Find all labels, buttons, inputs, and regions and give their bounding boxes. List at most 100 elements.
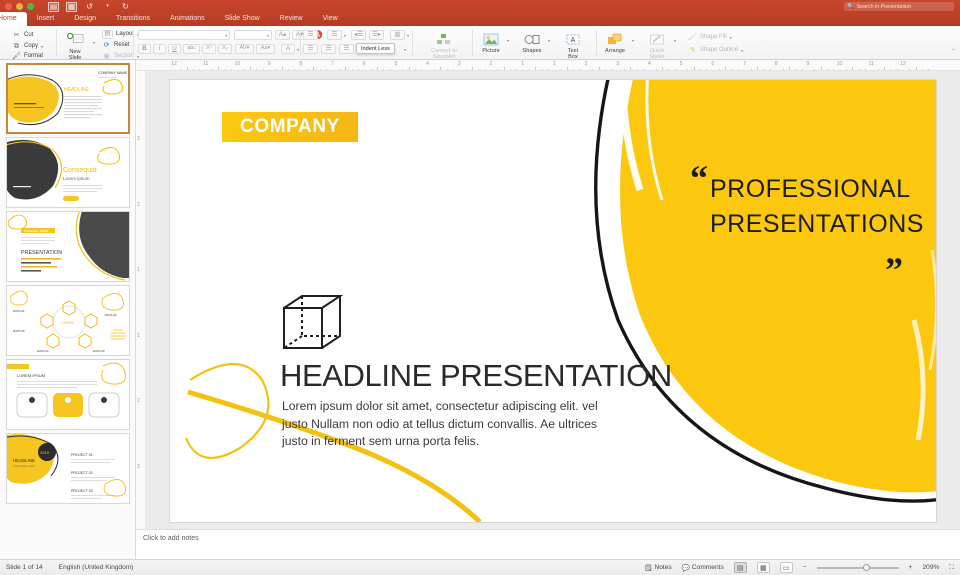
- zoom-out-button[interactable]: −: [803, 564, 807, 571]
- change-case-button[interactable]: Aa▾: [256, 44, 275, 54]
- svg-text:DATA 01: DATA 01: [13, 309, 25, 313]
- slide-thumbnail-2[interactable]: Consequat Lorem ipsum: [6, 137, 130, 208]
- shape-fill-dropdown-icon[interactable]: ▾: [730, 35, 732, 40]
- font-name-dropdown-icon[interactable]: ▾: [225, 33, 227, 38]
- numbering-dropdown-icon[interactable]: ▾: [344, 33, 346, 38]
- underline-button[interactable]: U: [168, 44, 181, 54]
- paragraph-more-icon[interactable]: ▾: [404, 47, 406, 52]
- character-spacing-button[interactable]: AV▾: [235, 44, 254, 54]
- slide-headline[interactable]: HEADLINE PRESENTATION: [280, 358, 672, 394]
- reset-button[interactable]: ⟳ Reset: [102, 40, 130, 50]
- zoom-slider[interactable]: [816, 563, 899, 571]
- tab-insert[interactable]: Insert: [27, 13, 65, 26]
- font-color-button[interactable]: A: [281, 44, 295, 54]
- text-box-button[interactable]: A Text Box: [556, 31, 590, 60]
- shape-fill-button[interactable]: 🖌 Shape Fill ▾: [688, 32, 732, 42]
- picture-dropdown-icon[interactable]: ▾: [507, 38, 509, 43]
- slide-thumbnail-6[interactable]: 2019 HEADLINE Lorem ipsum dolor PROJECT …: [6, 433, 130, 504]
- vruler-tick-label: 1: [137, 267, 140, 274]
- slide-sorter-view-button[interactable]: ▦: [756, 562, 770, 573]
- search-icon: 🔍: [847, 3, 855, 10]
- ribbon-group-smartart: Convert to SmartArt: [414, 26, 470, 60]
- notes-button[interactable]: 🗒 Notes: [644, 564, 672, 572]
- tab-view[interactable]: View: [313, 13, 348, 26]
- ribbon-collapse-icon[interactable]: ⌃: [951, 48, 956, 55]
- save-icon[interactable]: ▦: [66, 1, 77, 12]
- section-label: Section: [114, 53, 135, 59]
- undo-dropdown-icon[interactable]: ▾: [102, 2, 113, 12]
- notes-pane[interactable]: Click to add notes: [136, 529, 960, 559]
- arrange-button[interactable]: Arrange: [598, 31, 632, 54]
- comments-button[interactable]: 💬 Comments: [682, 564, 724, 572]
- tab-animations[interactable]: Animations: [160, 13, 215, 26]
- tab-design[interactable]: Design: [64, 13, 106, 26]
- tab-home[interactable]: Home: [0, 12, 27, 26]
- align-center-button[interactable]: ☰: [321, 44, 336, 54]
- grow-font-button[interactable]: A▴: [275, 30, 290, 40]
- columns-button[interactable]: ▥: [390, 30, 405, 40]
- shapes-button[interactable]: Shapes: [515, 31, 549, 54]
- arrange-dropdown-icon[interactable]: ▾: [632, 38, 634, 43]
- font-color-dropdown-icon[interactable]: ▾: [297, 47, 299, 52]
- shape-outline-button[interactable]: ✎ Shape Outline ▾: [688, 45, 743, 55]
- close-window-icon[interactable]: [5, 3, 12, 10]
- quick-styles-dropdown-icon[interactable]: ▾: [674, 38, 676, 43]
- slideshow-view-button[interactable]: ▭: [779, 562, 793, 573]
- slide-thumbnail-panel[interactable]: COMPANY NAME Lorem ipsum dolor HEADLINE: [0, 60, 136, 559]
- new-presentation-icon[interactable]: ▤: [48, 1, 59, 12]
- font-size-input[interactable]: ▾: [234, 30, 272, 40]
- increase-indent-button[interactable]: ☰▸: [369, 30, 384, 40]
- slide-body-text[interactable]: Lorem ipsum dolor sit amet, consectetur …: [282, 398, 622, 451]
- current-slide[interactable]: COMPANY “ PROFESSIONAL PRESENTATIONS ” H…: [170, 80, 936, 522]
- bullets-dropdown-icon[interactable]: ▾: [320, 33, 322, 38]
- convert-to-smartart-button[interactable]: Convert to SmartArt: [422, 31, 466, 60]
- tab-slide-show[interactable]: Slide Show: [215, 13, 270, 26]
- quick-styles-button[interactable]: Quick Styles: [640, 31, 674, 60]
- bold-button[interactable]: B: [138, 44, 151, 54]
- zoom-slider-handle[interactable]: [862, 563, 870, 571]
- new-slide-button[interactable]: New Slide: [58, 32, 92, 61]
- normal-view-button[interactable]: ▤: [733, 562, 747, 573]
- minimize-window-icon[interactable]: [16, 3, 23, 10]
- zoom-in-button[interactable]: +: [909, 564, 913, 571]
- svg-text:DATA 04: DATA 04: [37, 349, 49, 353]
- slide-thumbnail-5[interactable]: LOREM IPSUM: [6, 359, 130, 430]
- fit-to-window-button[interactable]: ⛶: [949, 564, 954, 572]
- superscript-button[interactable]: X²: [202, 44, 216, 54]
- subscript-button[interactable]: X₂: [218, 44, 232, 54]
- font-size-dropdown-icon[interactable]: ▾: [267, 33, 269, 38]
- maximize-window-icon[interactable]: [27, 3, 34, 10]
- decrease-indent-button[interactable]: ◂☰: [351, 30, 366, 40]
- new-slide-dropdown-icon[interactable]: ▾: [93, 40, 95, 45]
- shapes-dropdown-icon[interactable]: ▾: [548, 38, 550, 43]
- align-right-button[interactable]: ☰: [339, 44, 354, 54]
- smartart-icon: [435, 31, 454, 47]
- align-left-button[interactable]: ☰: [303, 44, 318, 54]
- italic-button[interactable]: I: [153, 44, 166, 54]
- strikethrough-button[interactable]: abc: [183, 44, 200, 54]
- numbering-button[interactable]: ☰: [327, 30, 342, 40]
- font-name-input[interactable]: ▾: [138, 30, 230, 40]
- scissors-icon: ✂: [13, 31, 20, 39]
- tab-review[interactable]: Review: [270, 13, 313, 26]
- company-badge[interactable]: COMPANY: [222, 112, 358, 142]
- redo-icon[interactable]: ↻: [120, 2, 131, 12]
- ribbon-separator-6: [596, 30, 597, 56]
- language-indicator[interactable]: English (United Kingdom): [59, 564, 134, 571]
- picture-button[interactable]: Picture: [474, 31, 508, 54]
- copy-button[interactable]: ⧉ Copy ▾: [12, 41, 43, 51]
- slide-editing-stage[interactable]: COMPANY “ PROFESSIONAL PRESENTATIONS ” H…: [146, 71, 960, 529]
- copy-dropdown-icon[interactable]: ▾: [41, 44, 43, 49]
- tab-transitions[interactable]: Transitions: [106, 13, 160, 26]
- undo-icon[interactable]: ↺: [84, 2, 95, 12]
- zoom-level[interactable]: 209%: [923, 564, 940, 571]
- slide-thumbnail-1[interactable]: COMPANY NAME Lorem ipsum dolor HEADLINE: [6, 63, 130, 134]
- slide-thumbnail-4[interactable]: LOREM DATA 01 DATA 02 DATA 05 DATA 04 DA…: [6, 285, 130, 356]
- columns-dropdown-icon[interactable]: ▾: [407, 33, 409, 38]
- cut-button[interactable]: ✂ Cut: [12, 30, 34, 40]
- search-input[interactable]: 🔍 Search in Presentation: [844, 2, 954, 11]
- slide-thumbnail-3[interactable]: COMPANY NAME PRESENTATION: [6, 211, 130, 282]
- company-badge-text: COMPANY: [240, 116, 340, 137]
- shape-outline-dropdown-icon[interactable]: ▾: [741, 48, 743, 53]
- bullets-button[interactable]: ☰: [303, 30, 318, 40]
